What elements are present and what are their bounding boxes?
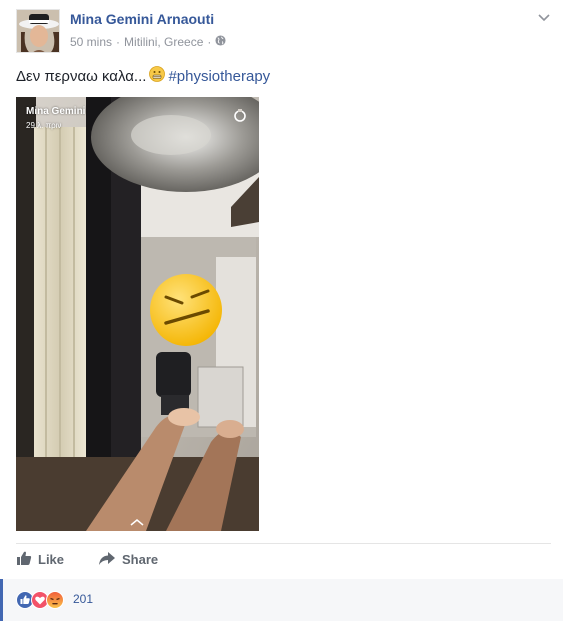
author-name[interactable]: Mina Gemini Arnaouti xyxy=(70,11,214,27)
snap-username: Mina Gemini xyxy=(26,106,86,117)
post-location[interactable]: Mitilini, Greece xyxy=(124,35,203,49)
reaction-count[interactable]: 201 xyxy=(73,592,93,606)
post-actions: Like Share xyxy=(16,550,158,569)
post-message: Δεν περναω καλα... xyxy=(16,67,147,85)
expressionless-face-emoji-icon xyxy=(150,274,222,346)
like-button[interactable]: Like xyxy=(16,550,64,569)
post-meta: 50 mins · Mitilini, Greece · xyxy=(70,35,226,49)
share-arrow-icon xyxy=(98,550,116,569)
reaction-icons[interactable] xyxy=(16,591,64,614)
globe-icon[interactable] xyxy=(215,35,226,49)
thumbs-up-icon xyxy=(16,550,32,569)
post-time[interactable]: 50 mins xyxy=(70,35,112,49)
angry-icon xyxy=(46,591,64,614)
post-text: Δεν περναω καλα... #physiotherapy xyxy=(16,66,270,86)
hashtag-link[interactable]: #physiotherapy xyxy=(168,68,270,85)
share-label: Share xyxy=(122,552,159,567)
divider xyxy=(16,543,551,544)
avatar[interactable] xyxy=(16,9,60,53)
facebook-post: Mina Gemini Arnaouti 50 mins · Mitilini,… xyxy=(0,0,563,621)
post-photo[interactable]: Mina Gemini 29 λ. πριν xyxy=(16,97,259,531)
snap-timestamp: 29 λ. πριν xyxy=(26,121,62,130)
meta-separator: · xyxy=(207,35,212,49)
chevron-down-icon[interactable] xyxy=(537,10,551,29)
share-button[interactable]: Share xyxy=(98,550,158,569)
like-label: Like xyxy=(38,552,65,567)
reactions-bar[interactable]: 201 xyxy=(0,579,563,621)
meta-separator: · xyxy=(116,35,121,49)
grimacing-emoji-icon xyxy=(149,66,166,86)
